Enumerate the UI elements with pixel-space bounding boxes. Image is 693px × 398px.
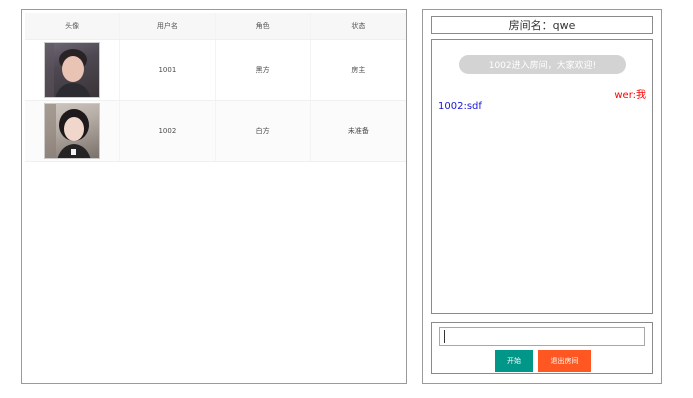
role-cell: 黑方 [216, 40, 311, 100]
header-status: 状态 [351, 22, 366, 30]
username-cell: 1002 [120, 101, 216, 161]
chat-messages[interactable]: 1002进入房间，大家欢迎! wer:我 1002:sdf [431, 39, 653, 314]
username-cell: 1001 [120, 40, 216, 100]
start-button[interactable]: 开始 [495, 350, 533, 372]
players-table: 头像 用户名 角色 状态 1001 黑方 房主 1002 白方 未准备 [25, 13, 406, 162]
avatar [44, 103, 101, 159]
other-message: 1002:sdf [438, 101, 482, 112]
header-role: 角色 [216, 13, 311, 39]
avatar-cell [25, 101, 121, 161]
exit-room-button[interactable]: 退出房间 [538, 350, 591, 372]
chat-input-area: 开始 退出房间 [431, 322, 653, 374]
own-message: wer:我 [614, 90, 646, 101]
table-header: 头像 用户名 角色 状态 [25, 13, 406, 40]
players-panel: 头像 用户名 角色 状态 1001 黑方 房主 1002 白方 未准备 [21, 9, 407, 384]
room-panel: 房间名：qwe 1002进入房间，大家欢迎! wer:我 1002:sdf 开始… [422, 9, 662, 384]
chat-input[interactable] [439, 327, 645, 346]
table-row[interactable]: 1002 白方 未准备 [25, 101, 406, 162]
avatar [44, 42, 101, 98]
status-cell: 房主 [351, 66, 366, 74]
room-title: 房间名：qwe [431, 16, 653, 34]
header-avatar: 头像 [25, 13, 121, 39]
status-cell: 未准备 [347, 127, 369, 135]
role-cell: 白方 [216, 101, 311, 161]
text-caret [444, 330, 445, 343]
header-username: 用户名 [120, 13, 216, 39]
table-row[interactable]: 1001 黑方 房主 [25, 40, 406, 101]
system-message: 1002进入房间，大家欢迎! [459, 55, 626, 74]
avatar-cell [25, 40, 121, 100]
